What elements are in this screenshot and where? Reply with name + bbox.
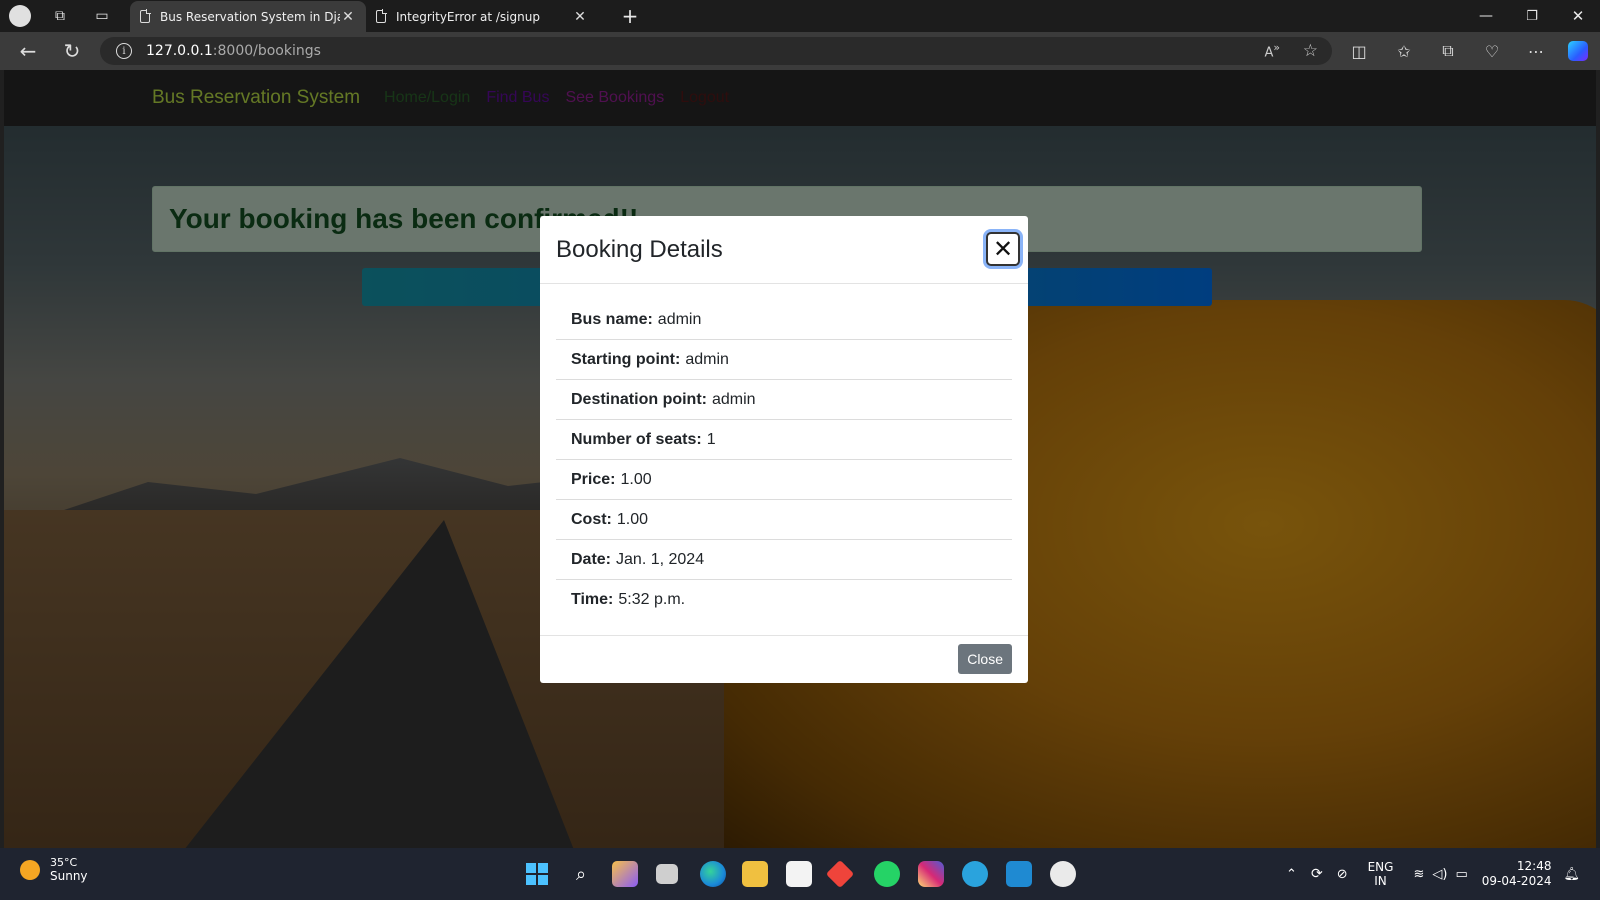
more-menu-icon[interactable]: ⋯ (1524, 39, 1548, 63)
new-tab-button[interactable]: + (618, 4, 642, 28)
instagram-icon[interactable] (918, 861, 944, 887)
detail-label: Price: (571, 470, 616, 488)
telegram-icon[interactable] (962, 861, 988, 887)
chevron-up-icon[interactable]: ⌃ (1286, 867, 1297, 882)
detail-label: Starting point: (571, 350, 681, 368)
task-view-icon[interactable] (656, 864, 678, 884)
sync-icon[interactable]: ⟳ (1311, 866, 1323, 882)
widgets-app-icon[interactable] (612, 861, 638, 887)
url-path: :8000/bookings (212, 43, 321, 59)
tab-title: Bus Reservation System in Djang (160, 9, 340, 24)
detail-value: Jan. 1, 2024 (616, 550, 705, 568)
detail-label: Bus name: (571, 310, 653, 328)
windows-start-icon[interactable] (524, 861, 550, 887)
weather-widget[interactable]: 35°C Sunny (20, 856, 88, 883)
file-explorer-icon[interactable] (742, 861, 768, 887)
anydesk-icon[interactable] (825, 859, 855, 889)
detail-value: 1 (706, 430, 716, 448)
detail-row-starting-point: Starting point: admin (556, 340, 1012, 380)
collections-icon[interactable]: ⧉ (1436, 39, 1460, 63)
detail-row-destination-point: Destination point: admin (556, 380, 1012, 420)
detail-row-time: Time: 5:32 p.m. (556, 580, 1012, 620)
booking-details-modal: Booking Details ✕ Bus name: admin Starti… (540, 216, 1028, 683)
profile-icon[interactable] (8, 4, 32, 28)
detail-row-bus-name: Bus name: admin (556, 300, 1012, 340)
page-icon (140, 9, 151, 23)
modal-close-icon[interactable]: ✕ (986, 232, 1020, 266)
favorite-star-icon[interactable]: ☆ (1303, 41, 1318, 61)
vscode-icon[interactable] (1006, 861, 1032, 887)
language-indicator[interactable]: ENG IN (1368, 860, 1394, 888)
detail-value: 1.00 (620, 470, 652, 488)
close-button[interactable]: Close (958, 644, 1012, 674)
modal-header: Booking Details ✕ (540, 216, 1028, 284)
reload-icon[interactable]: ↻ (60, 39, 84, 63)
search-icon[interactable]: ⌕ (568, 861, 594, 887)
favorites-icon[interactable]: ✩ (1392, 39, 1416, 63)
language-code: ENG (1367, 860, 1394, 874)
edge-browser-icon[interactable] (700, 861, 726, 887)
whatsapp-icon[interactable] (874, 861, 900, 887)
tab-title: IntegrityError at /signup (396, 9, 540, 24)
detail-row-cost: Cost: 1.00 (556, 500, 1012, 540)
modal-title: Booking Details (556, 235, 723, 263)
detail-label: Time: (571, 591, 614, 608)
sun-icon (20, 859, 40, 880)
page-icon (376, 9, 387, 23)
wifi-icon[interactable]: ≋ (1413, 867, 1424, 882)
detail-value: admin (685, 350, 729, 368)
network-off-icon[interactable]: ⊘ (1337, 867, 1348, 882)
read-aloud-icon[interactable]: A» (1264, 41, 1280, 60)
back-icon[interactable]: ← (16, 39, 40, 63)
detail-value: 5:32 p.m. (618, 591, 686, 608)
detail-row-price: Price: 1.00 (556, 460, 1012, 500)
restore-button[interactable]: ❐ (1520, 4, 1544, 28)
detail-label: Number of seats: (571, 430, 702, 448)
info-icon[interactable]: i (116, 43, 132, 59)
browser-tab-bar: ⧉ ▭ Bus Reservation System in Djang ✕ In… (0, 0, 1600, 32)
region-code: IN (1374, 874, 1387, 888)
detail-label: Destination point: (571, 390, 707, 408)
weather-temperature: 35°C (50, 856, 78, 869)
modal-body: Bus name: admin Starting point: admin De… (540, 284, 1028, 620)
tab-close-icon[interactable]: ✕ (572, 9, 588, 25)
copilot-icon[interactable] (1566, 39, 1590, 63)
address-bar[interactable]: i 127.0.0.1:8000/bookings A» ☆ (100, 37, 1332, 65)
clock-time: 12:48 (1516, 859, 1552, 873)
detail-value: 1.00 (616, 510, 649, 528)
tab-actions-icon[interactable]: ▭ (92, 6, 112, 26)
web-page: Bus Reservation System Home/Login Find B… (4, 70, 1596, 848)
detail-row-number-of-seats: Number of seats: 1 (556, 420, 1012, 460)
modal-footer: Close (540, 635, 1028, 683)
system-tray: ⌃ ⟳ ⊘ ENG IN ≋ ◁) ▭ 12:48 09-04-2024 🔔︎ (1286, 848, 1580, 900)
windows-taskbar: 35°C Sunny ⌕ ⌃ ⟳ ⊘ ENG IN ≋ ◁) ▭ 12:48 0… (0, 848, 1600, 900)
tab-integrity-error[interactable]: IntegrityError at /signup ✕ (366, 1, 598, 32)
browser-toolbar: ← ↻ i 127.0.0.1:8000/bookings A» ☆ ◫ ✩ ⧉… (0, 32, 1600, 70)
volume-icon[interactable]: ◁) (1432, 867, 1447, 882)
detail-value: admin (711, 390, 756, 408)
detail-row-date: Date: Jan. 1, 2024 (556, 540, 1012, 580)
detail-value: admin (657, 310, 702, 328)
close-window-button[interactable]: ✕ (1566, 4, 1590, 28)
app-icon[interactable] (1050, 861, 1076, 887)
notification-bell-icon[interactable]: 🔔︎ (1563, 867, 1580, 882)
minimize-button[interactable]: — (1474, 4, 1498, 28)
clock-date: 09-04-2024 (1481, 874, 1552, 888)
detail-label: Date: (571, 550, 612, 568)
split-screen-icon[interactable]: ◫ (1347, 39, 1371, 63)
battery-icon[interactable]: ▭ (1455, 867, 1467, 882)
detail-label: Cost: (571, 510, 612, 528)
microsoft-store-icon[interactable] (786, 861, 812, 887)
tab-close-icon[interactable]: ✕ (340, 9, 356, 25)
workspaces-icon[interactable]: ⧉ (50, 6, 70, 26)
tab-bus-reservation[interactable]: Bus Reservation System in Djang ✕ (130, 1, 366, 32)
url-host: 127.0.0.1 (146, 43, 213, 59)
clock[interactable]: 12:48 09-04-2024 (1482, 859, 1552, 889)
weather-condition: Sunny (50, 869, 88, 883)
browser-essentials-icon[interactable]: ♡ (1480, 39, 1504, 63)
